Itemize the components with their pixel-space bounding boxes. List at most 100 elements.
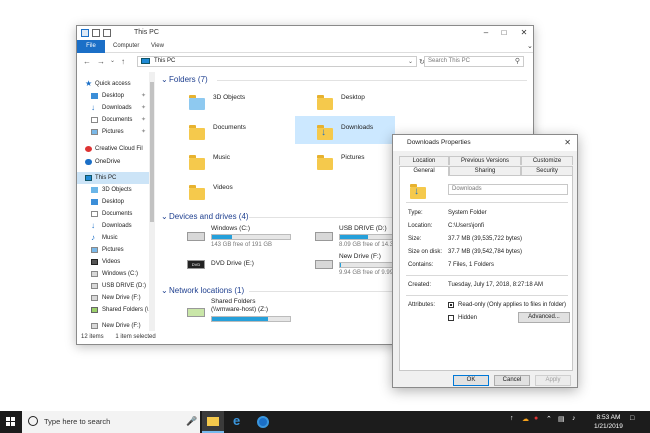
cancel-button[interactable]: Cancel xyxy=(494,375,530,386)
maximize-button[interactable]: □ xyxy=(497,27,511,39)
folder-icon xyxy=(207,417,219,426)
tab-view[interactable]: View xyxy=(145,40,170,53)
sidebar-item-downloads[interactable]: ↓ Downloads ✦ xyxy=(77,102,149,114)
sidebar-item-desktop-pc[interactable]: Desktop xyxy=(77,196,149,208)
sidebar-item-documents[interactable]: Documents ✦ xyxy=(77,114,149,126)
app-taskbar-icon[interactable] xyxy=(252,411,274,433)
folder-item-3d-objects[interactable]: 3D Objects xyxy=(185,92,285,114)
people-icon[interactable]: ↑ xyxy=(510,415,514,422)
address-dropdown-icon[interactable]: ⌄ xyxy=(408,57,413,68)
section-header-folders[interactable]: Folders (7) xyxy=(169,75,208,84)
pc-icon xyxy=(85,175,92,181)
cloud-icon[interactable]: ☁ xyxy=(522,415,529,423)
sidebar-item-usb-drive[interactable]: USB DRIVE (D:) xyxy=(77,280,149,292)
type-value: System Folder xyxy=(448,210,487,216)
readonly-checkbox[interactable] xyxy=(448,302,454,308)
hidden-checkbox[interactable] xyxy=(448,315,454,321)
tab-security[interactable]: Security xyxy=(521,166,573,175)
sidebar-item-pictures-pc[interactable]: Pictures xyxy=(77,244,149,256)
sidebar-item-quick-access[interactable]: ★ Quick access xyxy=(77,78,149,90)
properties-icon[interactable] xyxy=(92,29,100,37)
network-item-shared-folders[interactable]: Shared Folders (\\vmware-host) (Z:) xyxy=(185,298,305,326)
clock-date: 1/21/2019 xyxy=(594,423,623,430)
advanced-button[interactable]: Advanced... xyxy=(518,312,570,323)
folder-item-desktop[interactable]: Desktop xyxy=(313,92,413,114)
search-placeholder: Search This PC xyxy=(428,58,470,64)
chevron-down-icon[interactable]: ⌄ xyxy=(161,212,168,221)
forward-arrow-icon[interactable]: → xyxy=(97,56,105,67)
back-arrow-icon[interactable]: ← xyxy=(83,56,91,67)
title-bar[interactable]: This PC – □ ✕ xyxy=(77,26,533,40)
scrollbar-thumb[interactable] xyxy=(150,82,154,222)
quick-access-toolbar xyxy=(81,29,111,37)
folder-name-field[interactable]: Downloads xyxy=(448,184,568,195)
sidebar-item-3d-objects[interactable]: 3D Objects xyxy=(77,184,149,196)
chevron-down-icon[interactable]: ⌄ xyxy=(161,75,168,84)
network-icon[interactable]: ▤ xyxy=(558,415,565,423)
tab-computer[interactable]: Computer xyxy=(107,40,145,53)
download-arrow-icon: ↓ xyxy=(321,127,326,138)
microphone-icon[interactable]: 🎤 xyxy=(186,416,197,427)
folder-item-videos[interactable]: Videos xyxy=(185,182,285,204)
chevron-up-icon[interactable]: ⌃ xyxy=(546,415,552,423)
windows-start-icon[interactable] xyxy=(6,417,16,427)
pin-icon: ✦ xyxy=(141,129,147,135)
sidebar-item-desktop[interactable]: Desktop ✦ xyxy=(77,90,149,102)
apply-button[interactable]: Apply xyxy=(535,375,571,386)
sidebar-item-this-pc[interactable]: This PC xyxy=(77,172,149,184)
taskbar: Type here to search 🎤 e ↑ ☁ ● ⌃ ▤ ♪ 8:53… xyxy=(0,411,650,433)
sidebar-item-pictures[interactable]: Pictures ✦ xyxy=(77,126,149,138)
notifications-icon[interactable]: □ xyxy=(630,415,634,422)
edge-taskbar-icon[interactable]: e xyxy=(228,411,250,433)
dialog-title: Downloads Properties xyxy=(407,139,471,146)
minimize-button[interactable]: – xyxy=(479,27,493,39)
sidebar-item-documents-pc[interactable]: Documents xyxy=(77,208,149,220)
volume-icon[interactable]: ♪ xyxy=(572,415,576,422)
system-clock[interactable]: 8:53 AM 1/21/2019 xyxy=(594,413,623,431)
close-button[interactable]: ✕ xyxy=(517,27,531,39)
sidebar-item-shared-folders[interactable]: Shared Folders (\ xyxy=(77,304,149,316)
sidebar-item-creative-cloud[interactable]: Creative Cloud Fil xyxy=(77,143,149,155)
sidebar-item-videos[interactable]: Videos xyxy=(77,256,149,268)
dialog-title-bar[interactable]: Downloads Properties ✕ xyxy=(393,135,577,151)
drive-item-windows-c[interactable]: Windows (C:) 143 GB free of 191 GB xyxy=(185,224,295,252)
sidebar-item-onedrive[interactable]: OneDrive xyxy=(77,156,149,168)
sidebar-item-windows-c[interactable]: Windows (C:) xyxy=(77,268,149,280)
search-input[interactable]: Search This PC ⚲ xyxy=(424,56,524,67)
creative-cloud-tray-icon[interactable]: ● xyxy=(534,415,538,422)
sidebar-item-downloads-pc[interactable]: ↓ Downloads xyxy=(77,220,149,232)
drive-usage-fill xyxy=(340,235,369,239)
tab-previous-versions[interactable]: Previous Versions xyxy=(449,156,521,165)
tab-customize[interactable]: Customize xyxy=(521,156,573,165)
section-header-devices[interactable]: Devices and drives (4) xyxy=(169,212,249,221)
recent-locations-icon[interactable]: ⌄ xyxy=(110,56,115,67)
sidebar-item-music[interactable]: ♪ Music xyxy=(77,232,149,244)
up-arrow-icon[interactable]: ↑ xyxy=(121,56,125,67)
taskbar-search-box[interactable]: Type here to search 🎤 xyxy=(22,411,200,433)
sidebar-scrollbar[interactable] xyxy=(149,72,155,331)
close-icon[interactable]: ✕ xyxy=(564,138,571,147)
section-header-network[interactable]: Network locations (1) xyxy=(169,286,244,295)
folder-item-documents[interactable]: Documents xyxy=(185,122,285,144)
pin-icon: ✦ xyxy=(141,105,147,111)
folder-item-music[interactable]: Music xyxy=(185,152,285,174)
new-folder-icon[interactable] xyxy=(103,29,111,37)
sidebar-item-new-drive-2[interactable]: New Drive (F:) xyxy=(77,320,149,331)
tab-sharing[interactable]: Sharing xyxy=(449,166,521,175)
pc-icon[interactable] xyxy=(81,29,89,37)
chevron-down-icon[interactable]: ⌄ xyxy=(521,40,539,53)
file-explorer-taskbar-icon[interactable] xyxy=(202,411,224,433)
tab-file[interactable]: File xyxy=(77,40,105,53)
tab-location[interactable]: Location xyxy=(399,156,449,165)
windows-drive-icon xyxy=(187,232,205,241)
documents-icon xyxy=(189,125,205,140)
tab-general[interactable]: General xyxy=(399,166,449,176)
divider xyxy=(406,275,568,276)
chevron-down-icon[interactable]: ⌄ xyxy=(161,286,168,295)
taskbar-search-text: Type here to search xyxy=(44,417,111,426)
ok-button[interactable]: OK xyxy=(453,375,489,386)
drive-item-dvd-e[interactable]: DVD DVD Drive (E:) xyxy=(185,256,295,280)
sidebar-item-new-drive[interactable]: New Drive (F:) xyxy=(77,292,149,304)
address-bar[interactable]: This PC xyxy=(137,56,417,67)
drive-icon xyxy=(315,260,333,269)
